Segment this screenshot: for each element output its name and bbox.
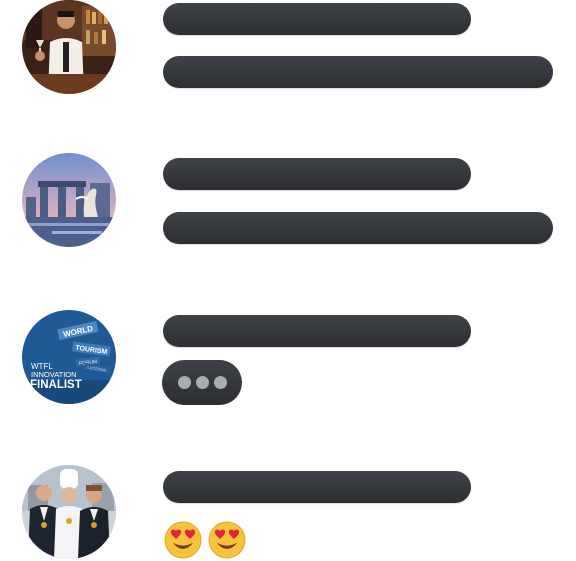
badge-line-innovation: INNOVATION [31, 370, 77, 379]
bartender-photo-icon [22, 0, 116, 94]
chat-preview: WORLD TOURISM FORUM LUCERNE WTFL INNOVAT… [0, 0, 576, 561]
message-line-placeholder [163, 212, 553, 244]
avatar-wtfl-badge[interactable]: WORLD TOURISM FORUM LUCERNE WTFL INNOVAT… [22, 310, 116, 404]
emoji-reaction [164, 521, 246, 559]
avatar-singapore[interactable] [22, 153, 116, 247]
message-line-placeholder [163, 56, 553, 88]
message-row-4 [0, 465, 576, 561]
message-line-placeholder [163, 471, 471, 503]
avatar-bartender[interactable] [22, 0, 116, 94]
heart-eyes-emoji-icon [164, 521, 202, 559]
badge-line-finalist: FINALIST [30, 379, 82, 391]
wtfl-badge-icon: WORLD TOURISM FORUM LUCERNE WTFL INNOVAT… [22, 310, 116, 404]
message-line-placeholder [163, 158, 471, 190]
typing-dot [195, 376, 209, 389]
heart-eyes-emoji-icon [208, 521, 246, 559]
typing-dot [177, 376, 191, 389]
avatar-chefs[interactable] [22, 465, 116, 559]
message-row-1 [0, 0, 576, 100]
message-line-placeholder [163, 3, 471, 35]
message-row-3: WORLD TOURISM FORUM LUCERNE WTFL INNOVAT… [0, 310, 576, 410]
typing-dot [213, 376, 227, 389]
singapore-skyline-photo-icon [22, 153, 116, 247]
message-line-placeholder [163, 315, 471, 347]
typing-indicator [162, 360, 242, 405]
message-row-2 [0, 153, 576, 253]
chefs-group-photo-icon [22, 465, 116, 559]
